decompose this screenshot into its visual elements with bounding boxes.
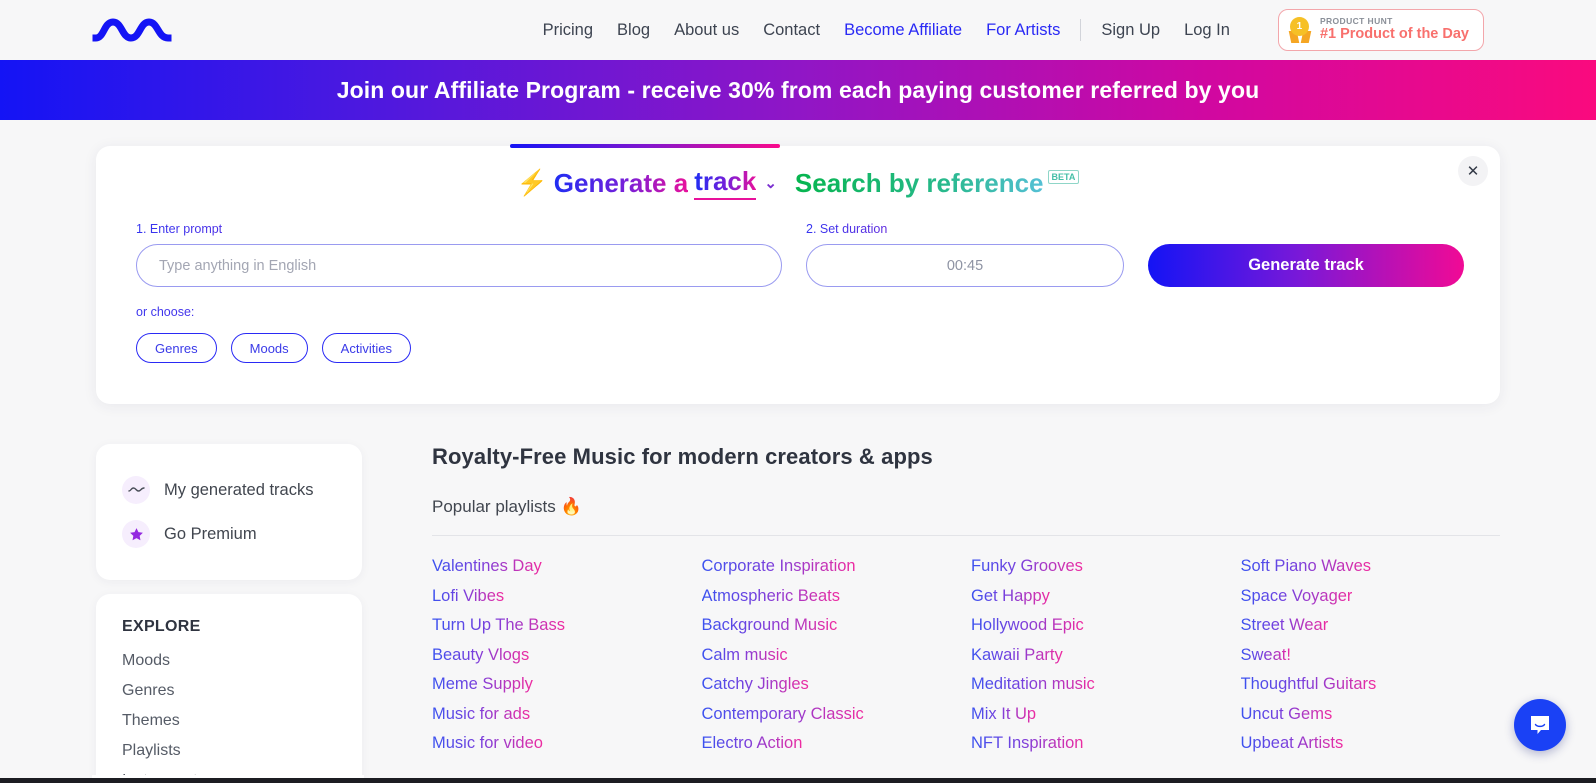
page-title: Royalty-Free Music for modern creators &…	[432, 444, 933, 469]
main-nav: Pricing Blog About us Contact Become Aff…	[531, 9, 1484, 51]
playlist-link[interactable]: Mix It Up	[971, 700, 1036, 730]
tab-search-label: Search by reference	[794, 167, 1044, 198]
affiliate-banner[interactable]: Join our Affiliate Program - receive 30%…	[0, 60, 1596, 120]
playlist-link[interactable]: Music for ads	[432, 700, 530, 730]
playlist-link[interactable]: Lofi Vibes	[432, 582, 504, 612]
sidebar-item-themes[interactable]: Themes	[96, 706, 362, 736]
playlist-link[interactable]: Meme Supply	[432, 670, 533, 700]
playlist-link[interactable]: Upbeat Artists	[1241, 729, 1344, 759]
playlist-link[interactable]: Kawaii Party	[971, 641, 1063, 671]
star-icon	[122, 520, 150, 548]
tab-generate-highlight: track	[694, 166, 757, 200]
generator-section: ✕ ⚡ Generate a track ⌄ Search by referen…	[0, 120, 1596, 404]
playlist-link[interactable]: Soft Piano Waves	[1241, 552, 1372, 582]
sidebar-item-my-generated-tracks[interactable]: My generated tracks	[96, 468, 362, 512]
playlist-link[interactable]: Street Wear	[1241, 611, 1329, 641]
prompt-input[interactable]	[136, 244, 782, 287]
sidebar-bottom-edge	[92, 775, 364, 778]
affiliate-banner-text: Join our Affiliate Program - receive 30%…	[336, 76, 1260, 103]
sidebar-item-go-premium[interactable]: Go Premium	[96, 512, 362, 556]
generator-tabs: ⚡ Generate a track ⌄ Search by reference…	[96, 146, 1500, 200]
section-divider	[432, 535, 1500, 536]
popular-playlists-heading: Popular playlists 🔥	[432, 497, 582, 516]
chevron-down-icon[interactable]: ⌄	[764, 174, 777, 192]
playlist-column: Soft Piano Waves Space Voyager Street We…	[1241, 552, 1501, 759]
main-content: Royalty-Free Music for modern creators &…	[432, 444, 1500, 783]
chip-genres[interactable]: Genres	[136, 333, 217, 363]
playlist-link[interactable]: Hollywood Epic	[971, 611, 1084, 641]
playlist-link[interactable]: Catchy Jingles	[702, 670, 809, 700]
nav-link-contact[interactable]: Contact	[751, 21, 832, 40]
or-choose-label: or choose:	[96, 287, 1500, 319]
medal-icon: 1	[1288, 17, 1312, 43]
product-hunt-title: #1 Product of the Day	[1319, 25, 1469, 42]
playlist-column: Corporate Inspiration Atmospheric Beats …	[702, 552, 962, 759]
active-tab-indicator	[510, 144, 780, 148]
product-hunt-badge[interactable]: 1 PRODUCT HUNT #1 Product of the Day	[1277, 9, 1484, 51]
category-chips: Genres Moods Activities	[96, 319, 1500, 363]
beta-badge: BETA	[1047, 169, 1080, 184]
playlist-link[interactable]: Electro Action	[702, 729, 803, 759]
sidebar-item-genres[interactable]: Genres	[96, 676, 362, 706]
log-in-button[interactable]: Log In	[1172, 21, 1242, 40]
generate-track-button[interactable]: Generate track	[1148, 244, 1464, 287]
wave-logo-icon[interactable]	[92, 13, 174, 47]
playlist-link[interactable]: Uncut Gems	[1241, 700, 1333, 730]
chat-bubble-icon[interactable]	[1514, 699, 1566, 751]
playlist-link[interactable]: Contemporary Classic	[702, 700, 864, 730]
lightning-bolt-icon: ⚡	[516, 168, 548, 197]
playlist-link[interactable]: Valentines Day	[432, 552, 542, 582]
tab-generate-a-track[interactable]: ⚡ Generate a track ⌄	[517, 166, 777, 200]
generator-form: 1. Enter prompt 2. Set duration Generate…	[96, 200, 1500, 287]
playlist-link[interactable]: Calm music	[702, 641, 788, 671]
wave-icon	[122, 476, 150, 504]
nav-link-blog[interactable]: Blog	[605, 21, 662, 40]
chip-moods[interactable]: Moods	[230, 333, 308, 363]
playlist-link[interactable]: Beauty Vlogs	[432, 641, 529, 671]
sidebar-item-label: Go Premium	[164, 524, 257, 543]
playlist-column: Funky Grooves Get Happy Hollywood Epic K…	[971, 552, 1231, 759]
playlist-link[interactable]: Sweat!	[1241, 641, 1291, 671]
sidebar-item-label: My generated tracks	[164, 480, 314, 499]
playlist-link[interactable]: Turn Up The Bass	[432, 611, 565, 641]
sign-up-button[interactable]: Sign Up	[1089, 21, 1172, 40]
sidebar-explore-card: EXPLORE Moods Genres Themes Playlists In…	[96, 594, 362, 783]
playlist-link[interactable]: Music for video	[432, 729, 543, 759]
content-area: My generated tracks Go Premium EXPLORE M…	[0, 404, 1596, 783]
duration-label: 2. Set duration	[806, 222, 1124, 236]
playlist-link[interactable]: Space Voyager	[1241, 582, 1353, 612]
playlist-link[interactable]: Atmospheric Beats	[702, 582, 840, 612]
playlist-link[interactable]: Funky Grooves	[971, 552, 1083, 582]
prompt-label: 1. Enter prompt	[136, 222, 782, 236]
nav-link-pricing[interactable]: Pricing	[531, 21, 605, 40]
medal-rank: 1	[1289, 17, 1309, 36]
sidebar: My generated tracks Go Premium EXPLORE M…	[96, 444, 362, 783]
nav-divider	[1080, 19, 1082, 41]
playlist-link[interactable]: NFT Inspiration	[971, 729, 1084, 759]
sidebar-item-playlists[interactable]: Playlists	[96, 736, 362, 766]
nav-link-become-affiliate[interactable]: Become Affiliate	[832, 21, 974, 40]
playlist-link[interactable]: Meditation music	[971, 670, 1095, 700]
nav-link-for-artists[interactable]: For Artists	[974, 21, 1072, 40]
nav-link-about-us[interactable]: About us	[662, 21, 751, 40]
sidebar-item-moods[interactable]: Moods	[96, 646, 362, 676]
playlist-link[interactable]: Thoughtful Guitars	[1241, 670, 1377, 700]
duration-input[interactable]	[806, 244, 1124, 287]
playlist-column: Valentines Day Lofi Vibes Turn Up The Ba…	[432, 552, 692, 759]
playlist-link[interactable]: Corporate Inspiration	[702, 552, 856, 582]
playlist-link[interactable]: Background Music	[702, 611, 838, 641]
playlist-grid: Valentines Day Lofi Vibes Turn Up The Ba…	[432, 552, 1500, 759]
site-header: Pricing Blog About us Contact Become Aff…	[0, 0, 1596, 60]
explore-heading: EXPLORE	[122, 618, 201, 635]
player-bar[interactable]	[0, 778, 1596, 783]
playlist-link[interactable]: Get Happy	[971, 582, 1050, 612]
sidebar-quick-card: My generated tracks Go Premium	[96, 444, 362, 580]
close-icon[interactable]: ✕	[1458, 156, 1488, 186]
generator-card: ✕ ⚡ Generate a track ⌄ Search by referen…	[96, 144, 1500, 404]
tab-search-by-reference[interactable]: Search by reference BETA	[794, 167, 1080, 199]
tab-generate-prefix: Generate a	[553, 167, 689, 198]
chip-activities[interactable]: Activities	[321, 333, 411, 363]
prompt-field-group: 1. Enter prompt	[136, 222, 782, 287]
duration-field-group: 2. Set duration	[806, 222, 1124, 287]
